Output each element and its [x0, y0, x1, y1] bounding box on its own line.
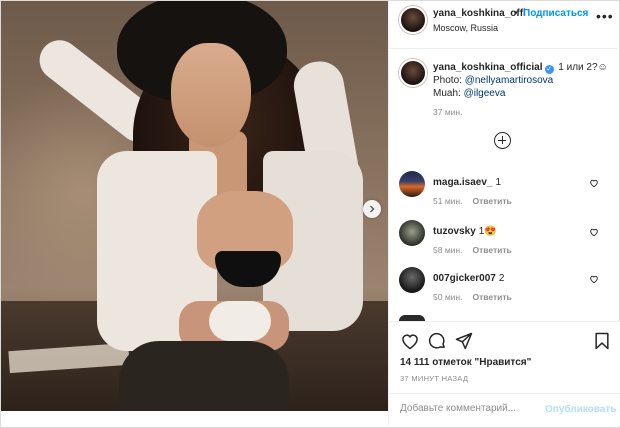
load-more-icon[interactable]	[494, 132, 511, 149]
comment-line: 007gicker007 2	[433, 273, 504, 284]
publish-button[interactable]: Опубликовать	[545, 404, 616, 415]
comment-avatar[interactable]	[399, 220, 425, 246]
likes-count[interactable]: 14 111 отметок "Нравится"	[400, 357, 531, 368]
caption-first-line: yana_koshkina_official ✓ 1 или 2?☺	[433, 62, 608, 74]
caption-photo-prefix: Photo:	[433, 75, 465, 86]
posted-time[interactable]: 37 МИНУТ НАЗАД	[400, 374, 468, 383]
heart-icon[interactable]	[589, 227, 599, 237]
comment-item: tuzovsky 1😍 58 мин. Ответить	[389, 220, 620, 270]
comment-input[interactable]	[400, 403, 540, 414]
photo-jeans	[119, 341, 289, 411]
bookmark-icon[interactable]	[592, 331, 612, 351]
reply-button[interactable]: Ответить	[472, 245, 511, 255]
photo-face	[171, 43, 251, 147]
verified-icon: ✓	[544, 65, 554, 74]
comment-text: 1😍	[478, 226, 497, 237]
caption-photo-credit: Photo: @nellyamartirosova	[433, 75, 553, 86]
post-side-panel: yana_koshkina_offi • Подписаться Moscow,…	[388, 1, 620, 428]
more-icon[interactable]: •••	[596, 8, 614, 24]
author-username[interactable]: yana_koshkina_offi	[433, 8, 526, 19]
reply-button[interactable]: Ответить	[472, 196, 511, 206]
share-icon[interactable]	[454, 331, 474, 351]
comment-time[interactable]: 58 мин.	[433, 245, 462, 255]
instagram-post: yana_koshkina_offi • Подписаться Moscow,…	[0, 0, 620, 428]
comment-item: 007gicker007 2 50 мин. Ответить	[389, 267, 620, 317]
caption-text: 1 или 2?☺	[558, 62, 608, 73]
separator-dot: •	[514, 8, 518, 19]
muah-credit-link[interactable]: @ilgeeva	[464, 88, 506, 99]
photo-shirt-knot	[209, 301, 271, 341]
post-location[interactable]: Moscow, Russia	[433, 23, 498, 33]
next-photo-button[interactable]	[363, 200, 381, 218]
caption-username[interactable]: yana_koshkina_official	[433, 62, 543, 73]
heart-icon[interactable]	[589, 178, 599, 188]
add-comment-bar: Опубликовать	[389, 393, 620, 426]
comment-line: maga.isaev_ 1	[433, 177, 501, 188]
comment-meta: 51 мин. Ответить	[433, 196, 512, 206]
comment-username[interactable]: tuzovsky	[433, 226, 476, 237]
comment-text: 2	[498, 273, 505, 284]
caption-avatar[interactable]	[399, 59, 427, 87]
chevron-right-icon	[370, 205, 375, 213]
caption-muah-credit: Muah: @ilgeeva	[433, 88, 505, 99]
comment-time[interactable]: 51 мин.	[433, 196, 462, 206]
caption-muah-prefix: Muah:	[433, 88, 464, 99]
heart-icon[interactable]	[589, 274, 599, 284]
comment-item: maga.isaev_ 1 51 мин. Ответить	[389, 171, 620, 221]
comment-line: tuzovsky 1😍	[433, 226, 497, 237]
comment-meta: 58 мин. Ответить	[433, 245, 512, 255]
follow-button[interactable]: Подписаться	[523, 8, 588, 19]
comment-icon[interactable]	[427, 331, 447, 351]
post-header: yana_koshkina_offi • Подписаться Moscow,…	[389, 1, 620, 49]
reply-button[interactable]: Ответить	[472, 292, 511, 302]
comment-avatar[interactable]	[399, 267, 425, 293]
author-avatar[interactable]	[399, 6, 427, 34]
caption-time[interactable]: 37 мин.	[433, 107, 462, 117]
comment-meta: 50 мин. Ответить	[433, 292, 512, 302]
comment-avatar[interactable]	[399, 171, 425, 197]
comment-text: 1	[495, 177, 502, 188]
comment-username[interactable]: 007gicker007	[433, 273, 496, 284]
photo-credit-link[interactable]: @nellyamartirosova	[465, 75, 554, 86]
post-photo[interactable]	[1, 1, 388, 411]
comment-username[interactable]: maga.isaev_	[433, 177, 493, 188]
comment-time[interactable]: 50 мин.	[433, 292, 462, 302]
heart-icon[interactable]	[400, 331, 420, 351]
post-actions: 14 111 отметок "Нравится" 37 МИНУТ НАЗАД…	[389, 321, 620, 426]
